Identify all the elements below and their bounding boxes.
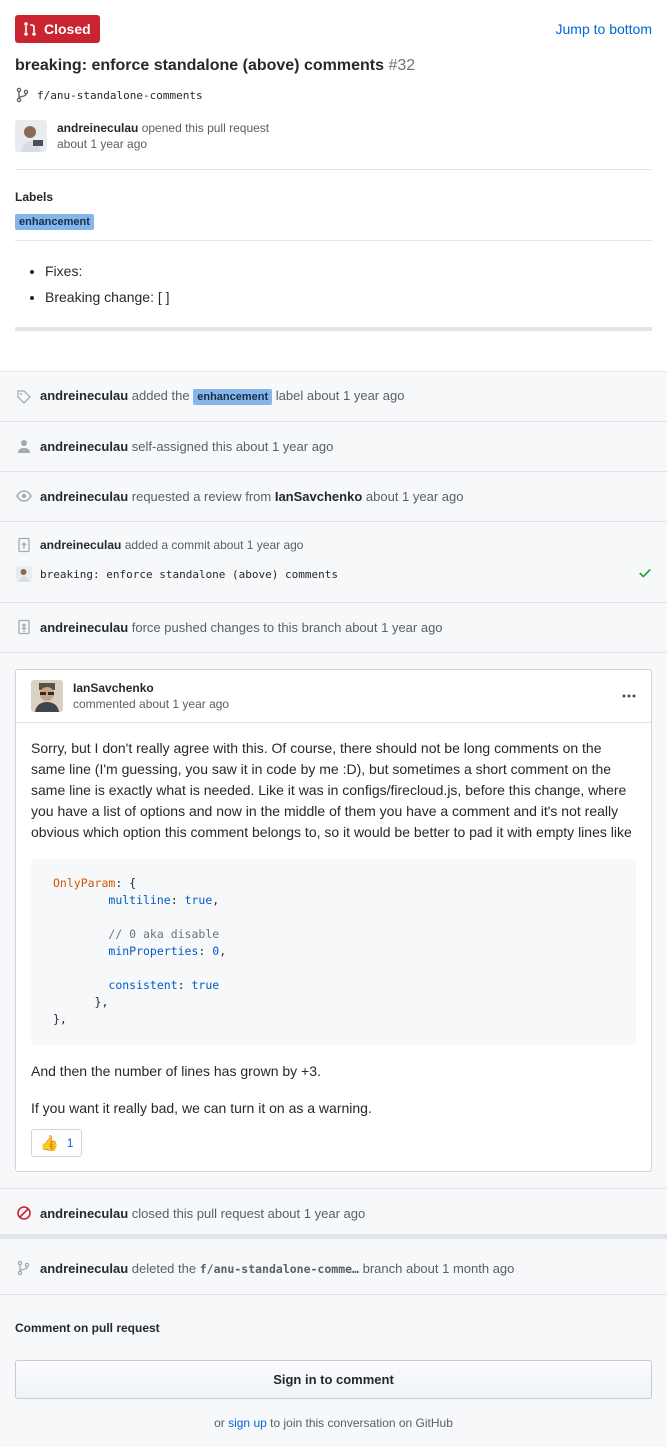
comment-body: Sorry, but I don't really agree with thi… [31, 738, 636, 1157]
timeline: andreineculau added the enhancement labe… [0, 371, 667, 1294]
branch-name: f/anu-standalone-comments [37, 88, 203, 102]
comment-container: IanSavchenko commented about 1 year ago … [0, 653, 667, 1189]
pull-request-icon [24, 22, 36, 36]
code-token: true [184, 893, 213, 907]
comment-meta[interactable]: commented about 1 year ago [73, 696, 229, 712]
label-enhancement[interactable]: enhancement [193, 389, 273, 405]
event-text: self-assigned this about 1 year ago [131, 438, 334, 454]
page-title: breaking: enforce standalone (above) com… [15, 57, 645, 75]
event-text: requested a review from [131, 488, 272, 504]
circle-slash-icon [17, 1206, 31, 1220]
person-icon [18, 440, 30, 453]
comment-card: IanSavchenko commented about 1 year ago … [15, 669, 652, 1172]
event-author[interactable]: andreineculau [40, 538, 121, 552]
author-link[interactable]: andreineculau [57, 121, 138, 135]
code-token: // 0 aka disable [108, 927, 220, 941]
reaction-count: 1 [66, 1135, 74, 1150]
event-author[interactable]: andreineculau [40, 439, 128, 454]
timeline-commit-event: andreineculau added a commit about 1 yea… [0, 522, 667, 603]
event-text: closed this pull request about 1 year ag… [131, 1205, 366, 1221]
event-text: added a commit about 1 year ago [124, 538, 304, 552]
code-token: consistent [108, 978, 178, 992]
code-token: true [191, 978, 220, 992]
label-enhancement[interactable]: enhancement [15, 214, 94, 230]
comment-header: IanSavchenko commented about 1 year ago [16, 670, 651, 723]
event-author[interactable]: andreineculau [40, 388, 128, 403]
labels-heading: Labels [15, 190, 54, 204]
comment-paragraph: Sorry, but I don't really agree with thi… [31, 740, 632, 840]
opened-time: about 1 year ago [57, 137, 148, 151]
signup-prompt-text: or [214, 1416, 225, 1430]
code-token: OnlyParam [53, 876, 116, 890]
code-token: 0 [212, 944, 220, 958]
avatar[interactable] [31, 680, 63, 712]
tag-icon [17, 389, 31, 404]
kebab-horizontal-icon[interactable] [622, 693, 636, 699]
opened-text: opened this pull request [141, 121, 270, 135]
deleted-branch-name: f/anu-standalone-comme… [199, 1261, 359, 1276]
check-icon [639, 568, 651, 578]
avatar[interactable] [16, 566, 32, 582]
branch-ref: f/anu-standalone-comments [15, 87, 203, 103]
sign-up-link[interactable]: sign up [228, 1416, 267, 1430]
event-author[interactable]: andreineculau [40, 1206, 128, 1221]
code-block: OnlyParam: { multiline: true, // 0 aka d… [31, 859, 636, 1045]
pr-title: breaking: enforce standalone (above) com… [15, 57, 384, 74]
event-text: deleted the [131, 1260, 197, 1276]
code-token: multiline [108, 893, 171, 907]
state-badge: Closed [15, 15, 100, 43]
repo-push-icon [18, 537, 30, 553]
event-text: added the [131, 388, 190, 403]
divider [15, 169, 652, 170]
jump-to-bottom-link[interactable]: Jump to bottom [556, 21, 653, 37]
sign-in-button[interactable]: Sign in to comment [15, 1360, 652, 1399]
timeline-review-event: andreineculau requested a review from Ia… [0, 472, 667, 522]
pr-number: #32 [388, 57, 416, 74]
reviewer-link[interactable]: IanSavchenko [275, 489, 362, 504]
body-divider [15, 327, 652, 331]
event-author[interactable]: andreineculau [40, 620, 128, 635]
list-item: Fixes: [45, 258, 170, 284]
event-text: force pushed changes to this branch abou… [131, 619, 443, 635]
list-item: Breaking change: [ ] [45, 284, 170, 310]
comment-paragraph: If you want it really bad, we can turn i… [31, 1100, 372, 1116]
repo-force-push-icon [18, 619, 30, 635]
divider [15, 240, 652, 241]
timeline-label-event: andreineculau added the enhancement labe… [0, 372, 667, 422]
state-label: Closed [44, 21, 91, 37]
event-author[interactable]: andreineculau [40, 1261, 128, 1276]
comment-footer: Comment on pull request Sign in to comme… [0, 1294, 667, 1447]
signup-prompt: or sign up to join this conversation on … [0, 1416, 667, 1430]
event-text: about 1 year ago [365, 488, 464, 504]
code-token: : { [115, 876, 137, 890]
timeline-push-event: andreineculau force pushed changes to th… [0, 603, 667, 653]
event-author[interactable]: andreineculau [40, 489, 128, 504]
event-text: label about 1 year ago [275, 388, 405, 403]
timeline-assign-event: andreineculau self-assigned this about 1… [0, 422, 667, 472]
comment-author[interactable]: IanSavchenko [73, 680, 229, 696]
pr-body-list: Fixes: Breaking change: [ ] [45, 258, 170, 310]
timeline-delete-branch-event: andreineculau deleted the f/anu-standalo… [0, 1244, 667, 1295]
code-token: minProperties [108, 944, 199, 958]
eye-icon [16, 490, 32, 502]
reaction-thumbs-up[interactable]: 👍 1 [31, 1129, 83, 1157]
commit-message[interactable]: breaking: enforce standalone (above) com… [40, 568, 338, 581]
git-branch-icon [16, 87, 29, 103]
git-branch-icon [17, 1260, 30, 1276]
event-text: branch about 1 month ago [362, 1260, 515, 1276]
avatar[interactable] [15, 120, 47, 152]
comment-paragraph: And then the number of lines has grown b… [31, 1063, 321, 1079]
footer-heading: Comment on pull request [15, 1321, 160, 1335]
timeline-close-event: andreineculau closed this pull request a… [0, 1189, 667, 1239]
signup-prompt-text: to join this conversation on GitHub [270, 1416, 453, 1430]
thumbs-up-icon: 👍 [40, 1134, 59, 1152]
opened-by: andreineculau opened this pull request a… [15, 120, 269, 152]
